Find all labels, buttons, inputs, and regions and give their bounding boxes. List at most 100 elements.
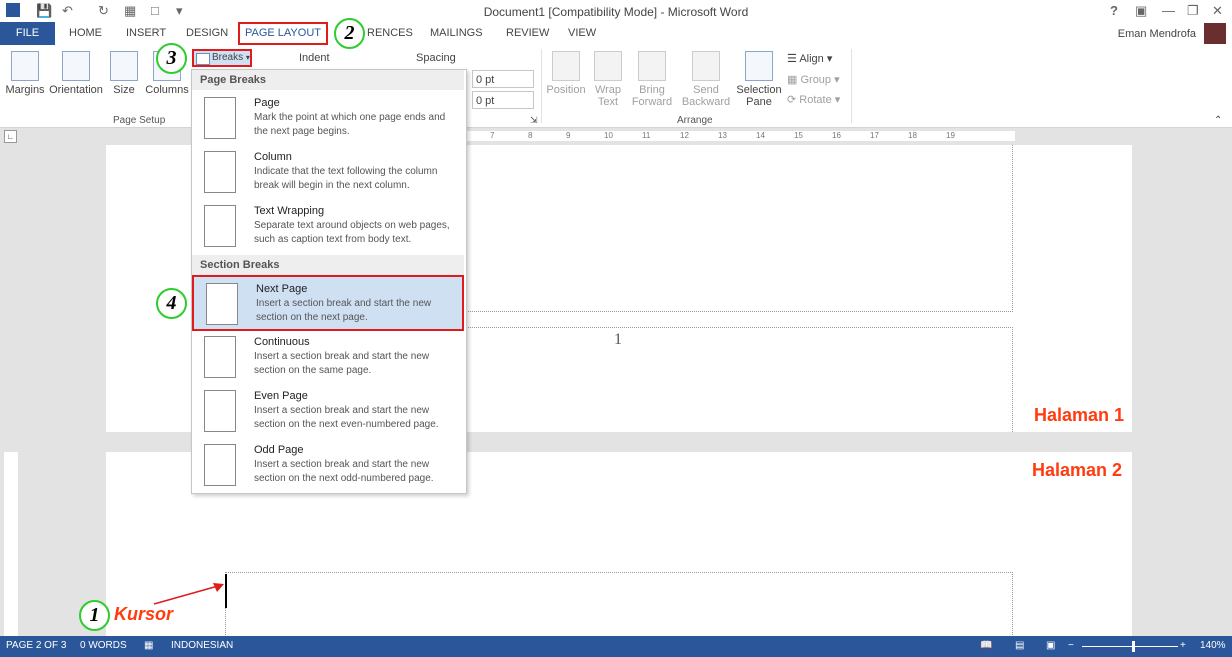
zoom-in-button[interactable]: + <box>1180 640 1186 651</box>
ruler-tick-label: 11 <box>642 131 651 140</box>
paragraph-dialog-launcher-icon[interactable]: ⇲ <box>530 115 538 126</box>
bring-forward-icon <box>638 51 666 81</box>
ruler-tick-label: 16 <box>832 131 841 140</box>
tab-references[interactable]: RENCES <box>367 27 413 39</box>
even-page-break-icon <box>204 390 236 432</box>
page-breaks-header: Page Breaks <box>192 70 464 90</box>
ruler-tick-label: 14 <box>756 131 765 140</box>
arrange-group-label: Arrange <box>677 115 713 126</box>
restore-icon[interactable]: ❐ <box>1187 3 1199 19</box>
window-title: Document1 [Compatibility Mode] - Microso… <box>483 5 749 19</box>
indent-label: Indent <box>299 52 330 64</box>
tab-view[interactable]: VIEW <box>568 27 596 39</box>
halaman-2-label: Halaman 2 <box>1032 460 1123 480</box>
zoom-out-button[interactable]: − <box>1068 640 1074 651</box>
step-3-badge: 3 <box>156 43 187 74</box>
divider <box>851 49 852 123</box>
ruler-tick-label: 19 <box>946 131 955 140</box>
horizontal-ruler[interactable]: ∟ 12345678910111213141516171819 <box>0 128 1232 144</box>
tab-review[interactable]: REVIEW <box>506 27 549 39</box>
vertical-ruler[interactable] <box>4 452 18 636</box>
breaks-dropdown: Page Breaks Page Mark the point at which… <box>191 69 467 494</box>
section-breaks-header: Section Breaks <box>192 255 464 275</box>
position-icon <box>552 51 580 81</box>
ruler-tick-label: 9 <box>566 131 571 140</box>
column-break-icon <box>204 151 236 193</box>
break-next-page-item[interactable]: Next Page Insert a section break and sta… <box>192 275 464 331</box>
position-button[interactable]: Position <box>545 51 587 96</box>
rotate-icon: ⟳ <box>787 94 797 106</box>
word-count-status[interactable]: 0 WORDS <box>80 640 127 651</box>
close-icon[interactable]: ✕ <box>1212 3 1223 19</box>
page-number: 1 <box>614 331 622 348</box>
selection-pane-button[interactable]: Selection Pane <box>735 51 783 108</box>
language-status[interactable]: INDONESIAN <box>171 640 233 651</box>
breaks-icon <box>196 53 210 65</box>
break-text-wrapping-item[interactable]: Text Wrapping Separate text around objec… <box>192 199 464 253</box>
break-odd-page-item[interactable]: Odd Page Insert a section break and star… <box>192 438 464 492</box>
tab-home[interactable]: HOME <box>69 27 102 39</box>
break-even-page-item[interactable]: Even Page Insert a section break and sta… <box>192 384 464 438</box>
status-bar: PAGE 2 OF 3 0 WORDS ▦ INDONESIAN 📖 ▤ ▣ −… <box>0 636 1232 657</box>
size-button[interactable]: Size <box>110 51 138 96</box>
odd-page-break-icon <box>204 444 236 486</box>
orientation-icon <box>62 51 90 81</box>
tab-selector-icon[interactable]: ∟ <box>4 130 17 143</box>
ruler-tick-label: 17 <box>870 131 879 140</box>
help-button[interactable]: ? <box>1110 3 1118 18</box>
page-count-status[interactable]: PAGE 2 OF 3 <box>6 640 66 651</box>
user-name[interactable]: Eman Mendrofa <box>1118 28 1196 40</box>
zoom-level[interactable]: 140% <box>1200 640 1226 651</box>
continuous-break-icon <box>204 336 236 378</box>
spacing-label: Spacing <box>416 52 456 64</box>
zoom-slider-track[interactable] <box>1082 646 1178 647</box>
read-mode-icon[interactable]: 📖 <box>980 640 992 651</box>
margins-button[interactable]: Margins <box>5 51 45 96</box>
tab-file[interactable]: FILE <box>0 22 55 45</box>
break-continuous-item[interactable]: Continuous Insert a section break and st… <box>192 330 464 384</box>
web-layout-icon[interactable]: ▣ <box>1046 640 1055 651</box>
bring-forward-button[interactable]: Bring Forward <box>627 51 677 108</box>
selection-pane-icon <box>745 51 773 81</box>
divider <box>541 49 542 123</box>
avatar[interactable] <box>1204 23 1226 44</box>
ribbon-tabs: FILE HOME INSERT DESIGN PAGE LAYOUT RENC… <box>0 22 1232 45</box>
step-2-badge: 2 <box>334 18 365 49</box>
halaman-1-label: Halaman 1 <box>1034 405 1125 425</box>
send-backward-button[interactable]: Send Backward <box>678 51 734 108</box>
wrap-text-button[interactable]: Wrap Text <box>591 51 625 108</box>
ruler-tick-label: 13 <box>718 131 727 140</box>
zoom-slider-handle[interactable] <box>1132 641 1135 652</box>
send-backward-icon <box>692 51 720 81</box>
minimize-icon[interactable]: — <box>1162 3 1175 18</box>
align-button[interactable]: ☰ Align ▾ <box>787 52 832 65</box>
ruler-tick-label: 18 <box>908 131 917 140</box>
spacing-before-input[interactable]: 0 pt <box>472 70 534 88</box>
collapse-ribbon-icon[interactable]: ⌃ <box>1214 115 1222 126</box>
align-icon: ☰ <box>787 53 797 65</box>
ruler-tick-label: 12 <box>680 131 689 140</box>
step-1-badge: 1 <box>79 600 110 631</box>
text-wrapping-break-icon <box>204 205 236 247</box>
tab-design[interactable]: DESIGN <box>186 27 228 39</box>
tab-page-layout[interactable]: PAGE LAYOUT <box>238 22 328 45</box>
tab-mailings[interactable]: MAILINGS <box>430 27 483 39</box>
next-page-break-icon <box>206 283 238 325</box>
break-page-item[interactable]: Page Mark the point at which one page en… <box>192 91 464 145</box>
orientation-button[interactable]: Orientation <box>48 51 104 96</box>
break-column-item[interactable]: Column Indicate that the text following … <box>192 145 464 199</box>
ruler-tick-label: 8 <box>528 131 533 140</box>
rotate-button[interactable]: ⟳ Rotate ▾ <box>787 93 840 106</box>
spacing-after-input[interactable]: 0 pt <box>472 91 534 109</box>
margins-icon <box>11 51 39 81</box>
title-bar: 💾 ↶ ↻ ▦ □ ▾ Document1 [Compatibility Mod… <box>0 0 1232 22</box>
tab-insert[interactable]: INSERT <box>126 27 166 39</box>
proofing-icon[interactable]: ▦ <box>144 640 153 651</box>
print-layout-icon[interactable]: ▤ <box>1015 640 1024 651</box>
group-button[interactable]: ▦ Group ▾ <box>787 73 840 86</box>
ribbon-display-icon[interactable]: ▣ <box>1135 3 1147 19</box>
page-setup-group-label: Page Setup <box>113 115 166 126</box>
kursor-label: Kursor <box>114 604 174 624</box>
step-4-badge: 4 <box>156 288 187 319</box>
wrap-text-icon <box>594 51 622 81</box>
